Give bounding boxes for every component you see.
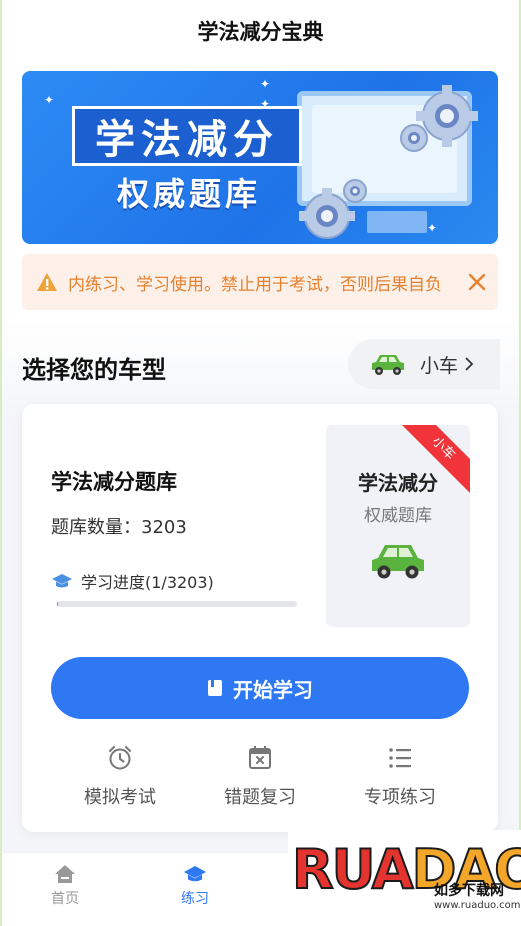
watermark-site-name: 如多下载网: [434, 883, 504, 899]
watermark: RUADAO 如多下载网 www.ruaduo.com: [288, 830, 521, 926]
warning-icon: [37, 273, 57, 291]
close-icon[interactable]: [468, 273, 486, 291]
sparkle-icon: ✦: [260, 77, 271, 91]
question-bank-name: 学法减分题库: [51, 470, 177, 494]
tab-practice[interactable]: 练习: [155, 864, 235, 908]
car-icon: [372, 545, 424, 579]
study-progress-label: 学习进度(1/3203): [81, 573, 214, 592]
watermark-url: www.ruaduo.com: [434, 900, 521, 911]
notice-text: 内练习、学习使用。禁止用于考试，否则后果自负: [68, 274, 442, 295]
monitor-stand: [367, 211, 427, 233]
wrong-question-review-button[interactable]: 错题复习: [200, 745, 320, 809]
book-icon: [208, 680, 222, 696]
mock-exam-label: 模拟考试: [84, 787, 156, 808]
question-count: 题库数量：3203: [51, 517, 187, 538]
car-icon: [372, 355, 404, 375]
wrong-question-review-label: 错题复习: [224, 787, 296, 808]
tab-home-label: 首页: [51, 891, 79, 907]
question-bank-cover[interactable]: 学法减分 权威题库 小车: [326, 425, 470, 627]
banner-headline: 学法减分: [72, 106, 302, 166]
list-icon: [389, 748, 411, 768]
study-progress: 学习进度(1/3203): [51, 569, 214, 593]
vehicle-type-label: 小车: [420, 354, 459, 377]
graduation-cap-icon: [184, 866, 206, 882]
mock-exam-button[interactable]: 模拟考试: [60, 745, 180, 809]
sparkle-icon: ✦: [427, 221, 438, 235]
topic-practice-button[interactable]: 专项练习: [340, 745, 460, 809]
topic-practice-label: 专项练习: [364, 787, 436, 808]
gear-icon: [400, 124, 428, 152]
page-title: 学法减分宝典: [197, 20, 324, 44]
home-icon: [55, 865, 75, 883]
tab-practice-label: 练习: [181, 891, 209, 907]
start-study-button[interactable]: 开始学习: [51, 657, 469, 719]
graduation-cap-icon: [52, 574, 72, 588]
vehicle-type-selector[interactable]: 小车: [348, 339, 500, 389]
calendar-x-icon: [249, 746, 271, 769]
disclaimer-notice: 内练习、学习使用。禁止用于考试，否则后果自负: [22, 254, 498, 310]
banner-subheadline: 权威题库: [116, 175, 261, 213]
start-study-label: 开始学习: [233, 677, 313, 702]
cover-subtitle: 权威题库: [364, 506, 432, 526]
section-title: 选择您的车型: [22, 356, 166, 384]
progress-bar: [57, 601, 297, 607]
promo-banner[interactable]: ✦ ✦ ✦ ✦ 学法减分 权威题库: [22, 71, 498, 244]
alarm-clock-icon: [109, 746, 131, 770]
gear-icon: [343, 179, 367, 203]
progress-bar-fill: [57, 601, 59, 607]
tab-home[interactable]: 首页: [25, 864, 105, 908]
chevron-right-icon: [465, 357, 474, 371]
sparkle-icon: ✦: [44, 93, 55, 107]
